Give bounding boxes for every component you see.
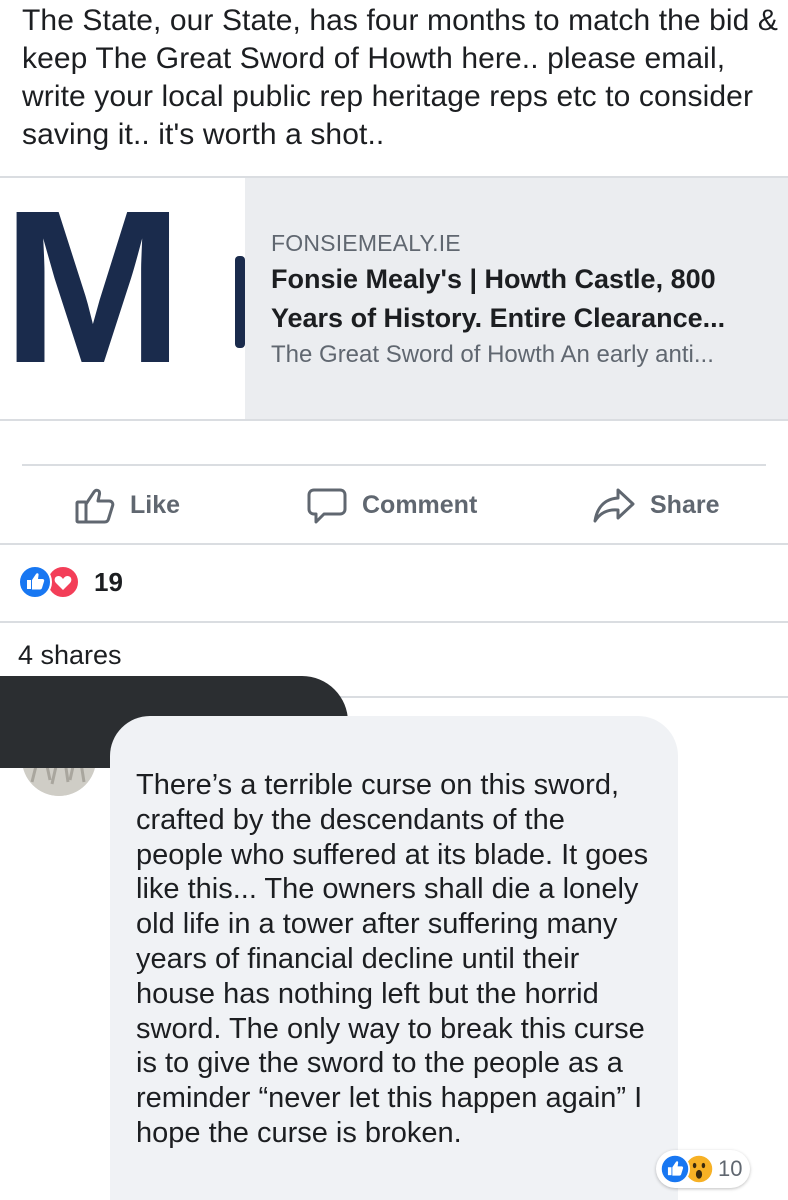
link-thumbnail[interactable]: M [0, 178, 245, 419]
reactions-summary[interactable]: 19 [18, 562, 123, 602]
actions-bottom-divider [0, 543, 788, 545]
share-arrow-icon [593, 488, 635, 523]
comment-label: Comment [362, 490, 478, 519]
like-label: Like [130, 490, 181, 519]
like-button[interactable]: Like [74, 482, 180, 528]
like-reaction-icon [660, 1154, 690, 1184]
shares-count[interactable]: 4 shares [18, 640, 122, 671]
link-title[interactable]: Fonsie Mealy's | Howth Castle, 800 Years… [271, 260, 771, 338]
share-button[interactable]: Share [592, 482, 719, 528]
comment-reaction-count: 10 [718, 1156, 743, 1181]
link-description: The Great Sword of Howth An early anti..… [271, 341, 714, 368]
actions-top-divider [22, 464, 766, 466]
share-label: Share [650, 490, 720, 519]
reaction-count: 19 [94, 566, 123, 597]
reactions-divider [0, 621, 788, 623]
link-preview-card[interactable]: M FONSIEMEALY.IE Fonsie Mealy's | Howth … [0, 176, 788, 421]
link-domain: FONSIEMEALY.IE [271, 230, 461, 256]
comment-reactions[interactable]: 10 [656, 1150, 751, 1188]
logo-letter: M [2, 178, 184, 409]
comment-button[interactable]: Comment [306, 482, 477, 528]
like-reaction-icon [18, 565, 52, 599]
link-info[interactable]: FONSIEMEALY.IE Fonsie Mealy's | Howth Ca… [245, 178, 788, 419]
comment-text: There’s a terrible curse on this sword, … [136, 769, 649, 1149]
thumbs-up-icon [75, 488, 115, 524]
post-text: The State, our State, has four months to… [22, 4, 779, 151]
comment-bubble-icon [307, 488, 347, 524]
